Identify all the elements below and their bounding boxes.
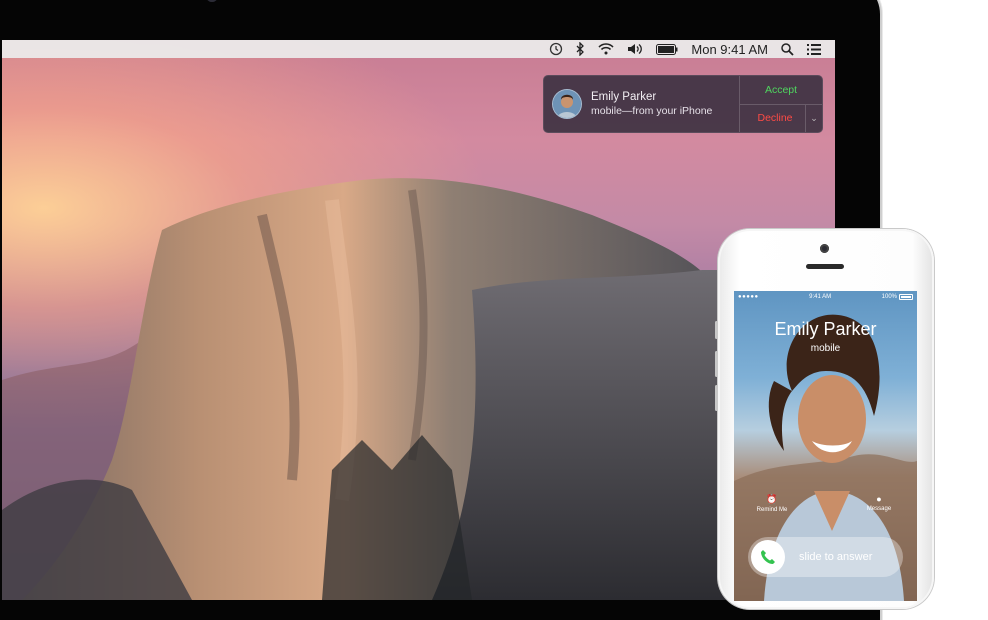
chevron-down-icon[interactable]: ⌄ <box>805 104 822 132</box>
front-camera-icon <box>820 244 829 253</box>
status-battery-percent: 100% <box>881 294 897 300</box>
signal-icon: ●●●●● <box>738 294 759 300</box>
notification-body[interactable]: Emily Parker mobile—from your iPhone <box>544 76 739 132</box>
notification-title: Emily Parker <box>591 91 657 103</box>
volume-icon[interactable] <box>627 40 643 58</box>
volume-up-button <box>715 351 718 377</box>
decline-label: Decline <box>757 112 793 125</box>
search-icon[interactable] <box>781 40 794 58</box>
remind-me-button[interactable]: ⏰ Remind Me <box>747 494 797 513</box>
mac-desktop: Mon 9:41 AM Emily Parker mobile—from you… <box>2 40 835 600</box>
mute-switch <box>715 321 718 339</box>
status-time: 9:41 AM <box>809 294 832 300</box>
message-icon: ● <box>876 494 882 504</box>
bluetooth-icon[interactable] <box>576 40 585 58</box>
slide-to-answer[interactable]: slide to answer <box>748 537 903 577</box>
battery-icon <box>899 294 913 300</box>
slide-to-answer-label: slide to answer <box>799 551 873 563</box>
remind-me-label: Remind Me <box>756 507 788 513</box>
menubar-clock[interactable]: Mon 9:41 AM <box>691 42 768 57</box>
decline-button[interactable]: Decline ⌄ <box>740 104 822 132</box>
message-label: Message <box>866 506 892 512</box>
avatar <box>552 89 582 119</box>
caller-name: Emily Parker <box>774 319 877 339</box>
accept-button[interactable]: Accept <box>740 76 822 105</box>
alarm-icon: ⏰ <box>766 494 778 504</box>
iphone-call-screen: ●●●●● 9:41 AM 100% Emily Parker mobile ⏰… <box>734 291 917 601</box>
camera-icon <box>206 0 218 2</box>
message-button[interactable]: ● Message <box>854 494 904 512</box>
caller-type: mobile <box>810 343 841 354</box>
wifi-icon[interactable] <box>598 40 614 58</box>
phone-icon[interactable] <box>751 540 785 574</box>
time-machine-icon[interactable] <box>549 40 563 58</box>
battery-icon[interactable] <box>656 40 678 58</box>
menu-bar: Mon 9:41 AM <box>2 40 835 58</box>
iphone: ●●●●● 9:41 AM 100% Emily Parker mobile ⏰… <box>715 229 934 609</box>
notification-subtitle: mobile—from your iPhone <box>591 105 713 117</box>
volume-down-button <box>715 385 718 411</box>
list-icon[interactable] <box>807 40 821 58</box>
earpiece-speaker <box>806 264 844 269</box>
incoming-call-notification[interactable]: Emily Parker mobile—from your iPhone Acc… <box>543 75 823 133</box>
status-bar: ●●●●● 9:41 AM 100% <box>734 291 917 303</box>
